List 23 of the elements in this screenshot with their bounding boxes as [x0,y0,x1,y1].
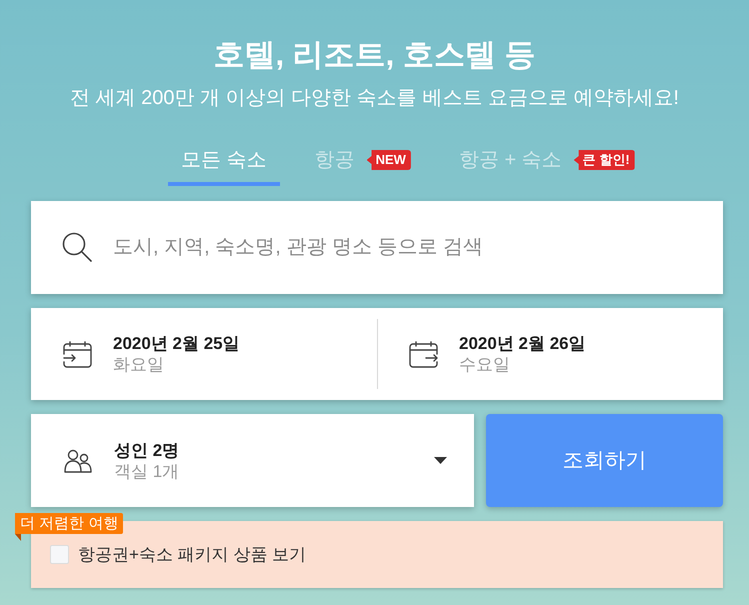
package-checkbox-label[interactable]: 항공권+숙소 패키지 상품 보기 [50,542,306,568]
weekday-text: 수요일 [459,354,511,375]
page-subtitle: 전 세계 200만 개 이상의 다양한 숙소를 베스트 요금으로 예약하세요! [69,86,680,111]
search-field[interactable]: 도시, 지역, 숙소명, 관광 명소 등으로 검색 [31,201,723,294]
tab[interactable]: 항공 + 숙소 큰 할인! [446,146,648,186]
calendar-arrow-in-icon [63,340,92,368]
date-picker[interactable]: 2020년 2월 25일 화요일 [31,308,377,400]
people-icon [64,448,92,472]
search-icon [62,232,92,262]
date-text: 2020년 2월 26일 [459,333,586,354]
rooms-text: 객실 1개 [114,460,180,482]
date-picker[interactable]: 2020년 2월 26일 수요일 [378,308,723,400]
date-text: 2020년 2월 25일 [113,333,240,354]
occupancy-selector[interactable]: 성인 2명 객실 1개 [31,414,474,507]
tab-badge: 큰 할인! [574,150,635,170]
page-title: 호텔, 리조트, 호스텔 등 [212,36,537,74]
calendar-arrow-out-icon [409,340,438,368]
tab[interactable]: 항공 NEW [302,146,424,186]
weekday-text: 화요일 [113,354,165,375]
checkbox[interactable] [50,545,69,564]
tab-badge: NEW [366,150,411,170]
caret-down-icon [434,457,447,464]
guests-text: 성인 2명 [114,440,180,460]
